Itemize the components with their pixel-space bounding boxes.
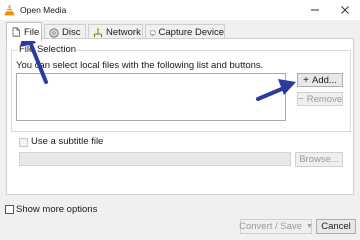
- subtitle-path-input[interactable]: [19, 152, 291, 166]
- file-tab-panel: File Selection You can select local file…: [6, 38, 354, 195]
- vlc-cone-icon: [4, 4, 15, 16]
- tab-file-label: File: [24, 26, 40, 38]
- tab-file[interactable]: File: [6, 22, 42, 41]
- open-media-dialog: Open Media File Disc Network Capture Dev…: [0, 0, 360, 240]
- tab-capture-device-label: Capture Device: [158, 27, 224, 38]
- window-title: Open Media: [20, 5, 67, 15]
- title-bar: Open Media: [0, 0, 360, 20]
- file-selection-hint: You can select local files with the foll…: [16, 60, 264, 71]
- use-subtitle-label: Use a subtitle file: [31, 136, 104, 147]
- plus-icon: +: [303, 74, 309, 86]
- remove-button[interactable]: − Remove: [297, 92, 343, 106]
- close-icon[interactable]: [336, 2, 354, 18]
- minus-icon: −: [297, 93, 304, 105]
- file-selection-legend: File Selection: [18, 44, 78, 55]
- convert-save-button[interactable]: Convert / Save ▼: [239, 219, 313, 234]
- browse-button-label: Browse...: [299, 154, 339, 165]
- tab-disc-label: Disc: [62, 27, 81, 38]
- file-icon: [12, 27, 20, 37]
- capture-device-icon: [150, 30, 156, 35]
- show-more-options-checkbox[interactable]: [5, 205, 14, 214]
- add-button-label: Add...: [312, 74, 337, 86]
- cancel-button[interactable]: Cancel: [316, 219, 356, 234]
- browse-button[interactable]: Browse...: [295, 152, 343, 167]
- remove-button-label: Remove: [306, 93, 343, 105]
- disc-icon: [49, 27, 59, 38]
- add-button[interactable]: + Add...: [297, 73, 343, 87]
- minimize-icon[interactable]: [306, 2, 324, 18]
- show-more-options-label: Show more options: [16, 204, 98, 215]
- network-icon: [94, 27, 102, 37]
- cancel-button-label: Cancel: [321, 221, 351, 232]
- file-list[interactable]: [16, 73, 286, 121]
- dropdown-arrow-icon: ▼: [305, 223, 313, 230]
- use-subtitle-checkbox[interactable]: [19, 138, 28, 147]
- tab-network-label: Network: [106, 27, 141, 38]
- convert-save-label: Convert / Save: [239, 221, 302, 232]
